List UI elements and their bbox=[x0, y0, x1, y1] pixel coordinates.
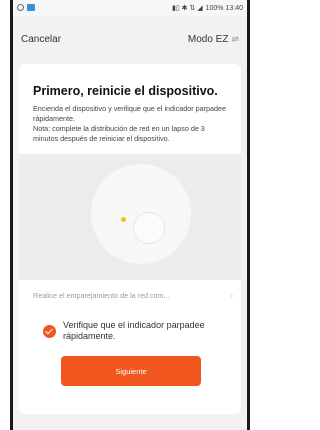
circle-icon bbox=[17, 4, 24, 11]
instruction-text: Encienda el dispositivo y verifique que … bbox=[33, 104, 226, 143]
mode-label: Modo EZ bbox=[187, 34, 229, 45]
instruction-card: Primero, reinicie el dispositivo. Encien… bbox=[19, 64, 241, 414]
status-bar-left bbox=[17, 4, 35, 11]
phone-frame: ▮▯ ✱ ⇅ ◢ 100% 13:40 Cancelar Modo EZ ⇌ P… bbox=[10, 0, 250, 430]
swap-icon: ⇌ bbox=[231, 34, 239, 44]
confirm-label: Verifique que el indicador parpadee rápi… bbox=[63, 320, 205, 341]
led-indicator-icon bbox=[121, 217, 126, 222]
status-bar-right: ▮▯ ✱ ⇅ ◢ 100% 13:40 bbox=[171, 4, 243, 13]
cancel-button[interactable]: Cancelar bbox=[21, 34, 61, 45]
signal-icon: ▮▯ ✱ ⇅ ◢ bbox=[171, 5, 203, 12]
pairing-link[interactable]: Realice el emparejamiento de la red com.… bbox=[33, 288, 233, 302]
confirm-checkbox-row[interactable]: Verifique que el indicador parpadee rápi… bbox=[43, 320, 223, 342]
checkbox-icon[interactable] bbox=[43, 325, 56, 338]
status-time: 100% 13:40 bbox=[205, 4, 243, 12]
device-illustration bbox=[19, 154, 241, 280]
pairing-link-label: Realice el emparejamiento de la red com.… bbox=[33, 290, 170, 300]
chevron-right-icon: › bbox=[230, 290, 233, 300]
status-bar: ▮▯ ✱ ⇅ ◢ 100% 13:40 bbox=[13, 0, 247, 16]
page-title: Primero, reinicie el dispositivo. bbox=[33, 84, 218, 98]
top-bar: Cancelar Modo EZ ⇌ bbox=[13, 16, 247, 58]
device-disc bbox=[91, 164, 191, 264]
mode-selector[interactable]: Modo EZ ⇌ bbox=[188, 34, 239, 45]
app-notification-icon bbox=[27, 4, 35, 11]
device-button bbox=[133, 212, 165, 244]
next-button[interactable]: Siguiente bbox=[61, 356, 201, 386]
